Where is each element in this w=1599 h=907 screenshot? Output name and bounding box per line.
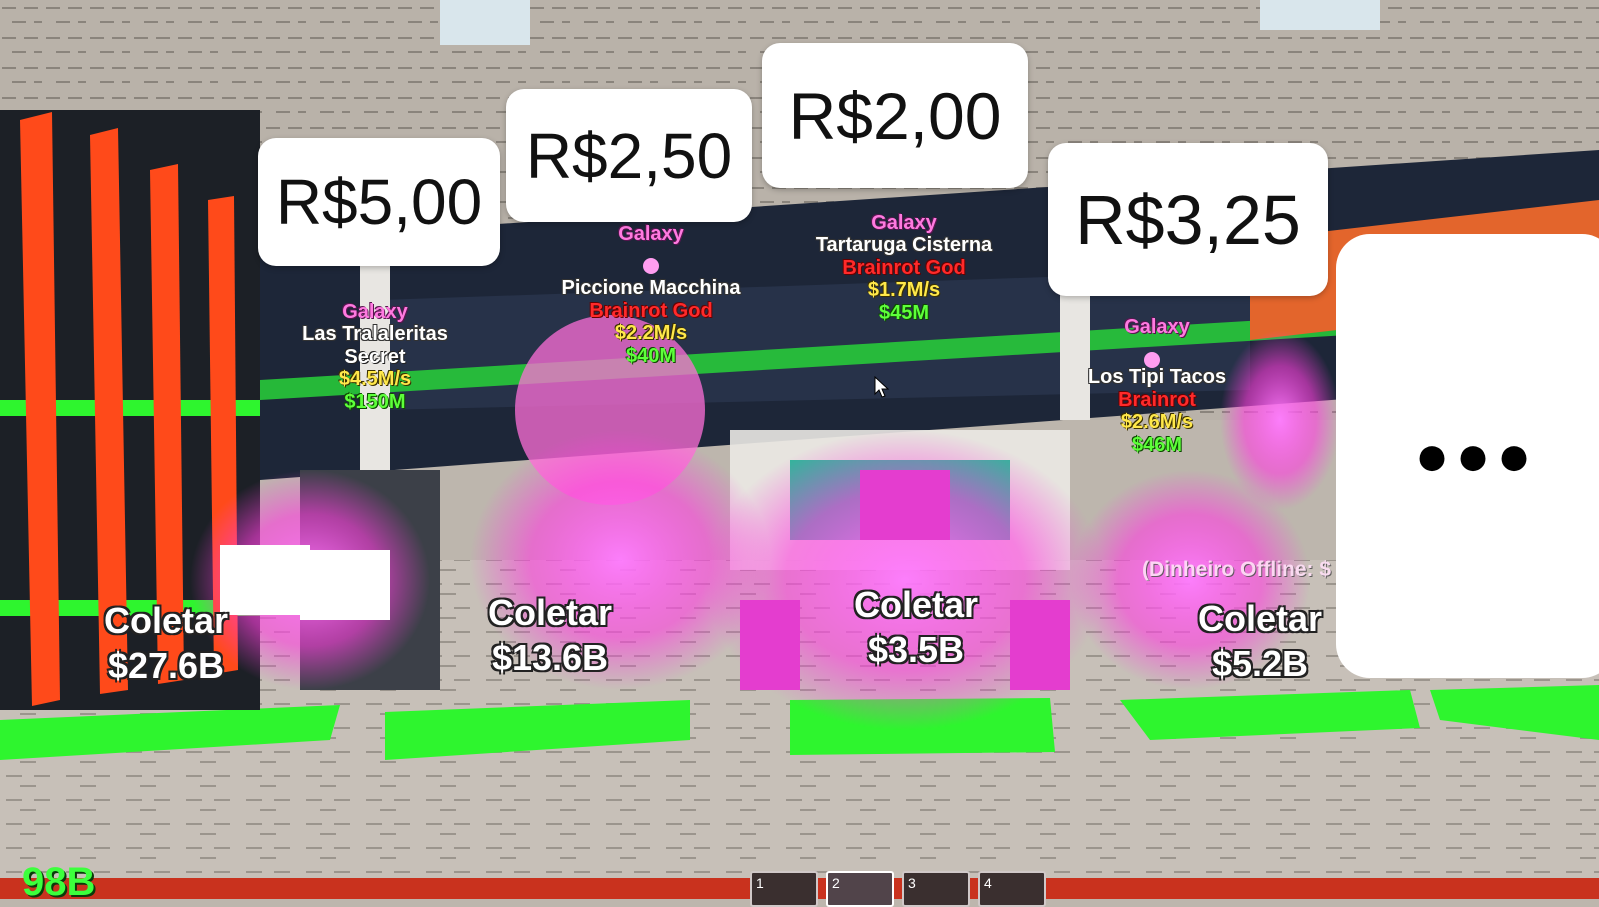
pet-name: Los Tipi Tacos <box>1087 366 1227 389</box>
price-tag-2: R$2,50 <box>506 89 752 222</box>
slot-number: 2 <box>832 875 840 891</box>
price-tag-1: R$5,00 <box>258 138 500 266</box>
pet-tier: Brainrot God <box>842 256 966 279</box>
pet-label-los-tipi-tacos: Galaxy Los Tipi Tacos Brainrot $2.6M/s $… <box>1068 316 1246 456</box>
pet-price: $45M <box>878 301 930 324</box>
collect-button-3[interactable]: Coletar $3.5B <box>836 582 996 672</box>
collect-button-2[interactable]: Coletar $13.6B <box>470 590 630 680</box>
pet-rate: $1.7M/s <box>867 279 941 302</box>
pet-rate: $2.2M/s <box>614 322 688 345</box>
slot-number: 3 <box>908 875 916 891</box>
collect-button-1[interactable]: Coletar $27.6B <box>86 598 246 688</box>
offline-money-text: (Dinheiro Offline: $ <box>1142 558 1331 581</box>
ellipsis-icon: ●●● <box>1414 423 1538 488</box>
hotbar: 1 2 3 4 <box>750 871 1046 907</box>
pet-price: $46M <box>1131 433 1183 456</box>
slot-number: 1 <box>756 875 764 891</box>
hotbar-slot-3[interactable]: 3 <box>902 871 970 907</box>
mouse-cursor-icon <box>874 376 890 398</box>
pet-price: $150M <box>344 390 406 413</box>
pet-tier: Brainrot <box>1118 388 1196 411</box>
pet-tier: Secret <box>344 345 406 368</box>
collect-button-4[interactable]: Coletar $5.2B <box>1180 596 1340 686</box>
pet-label-las-tralaleritas: Galaxy Las Tralaleritas Secret $4.5M/s $… <box>282 301 468 413</box>
collect-label: Coletar <box>103 600 229 641</box>
cash-counter: 98B <box>22 860 96 904</box>
price-tag-3: R$2,00 <box>762 43 1028 188</box>
collect-value: $27.6B <box>107 645 225 686</box>
collect-label: Coletar <box>853 584 979 625</box>
pet-rarity: Galaxy <box>618 223 684 245</box>
pet-label-tartaruga-cisterna: Galaxy Tartaruga Cisterna Brainrot God $… <box>798 212 1010 324</box>
collect-value: $3.5B <box>867 629 965 670</box>
collect-label: Coletar <box>1197 598 1323 639</box>
collect-value: $13.6B <box>491 637 609 678</box>
pet-rate: $2.6M/s <box>1120 411 1194 434</box>
pet-name: Las Tralaleritas <box>302 323 448 346</box>
pet-label-piccione-macchina: Galaxy Piccione Macchina Brainrot God $2… <box>542 223 760 367</box>
collect-value: $5.2B <box>1211 643 1309 684</box>
pet-rarity: Galaxy <box>342 301 408 323</box>
pet-name: Tartaruga Cisterna <box>815 234 993 257</box>
pet-rarity: Galaxy <box>871 212 937 234</box>
pet-rarity: Galaxy <box>1124 316 1190 338</box>
hotbar-slot-1[interactable]: 1 <box>750 871 818 907</box>
pet-name: Piccione Macchina <box>561 277 741 300</box>
pet-price: $40M <box>625 344 677 367</box>
more-options-button[interactable]: ●●● <box>1336 234 1599 678</box>
pet-tier: Brainrot God <box>589 299 713 322</box>
hotbar-slot-2[interactable]: 2 <box>826 871 894 907</box>
pet-rate: $4.5M/s <box>338 368 412 391</box>
slot-number: 4 <box>984 875 992 891</box>
price-tag-4: R$3,25 <box>1048 143 1328 296</box>
hotbar-slot-4[interactable]: 4 <box>978 871 1046 907</box>
collect-label: Coletar <box>487 592 613 633</box>
